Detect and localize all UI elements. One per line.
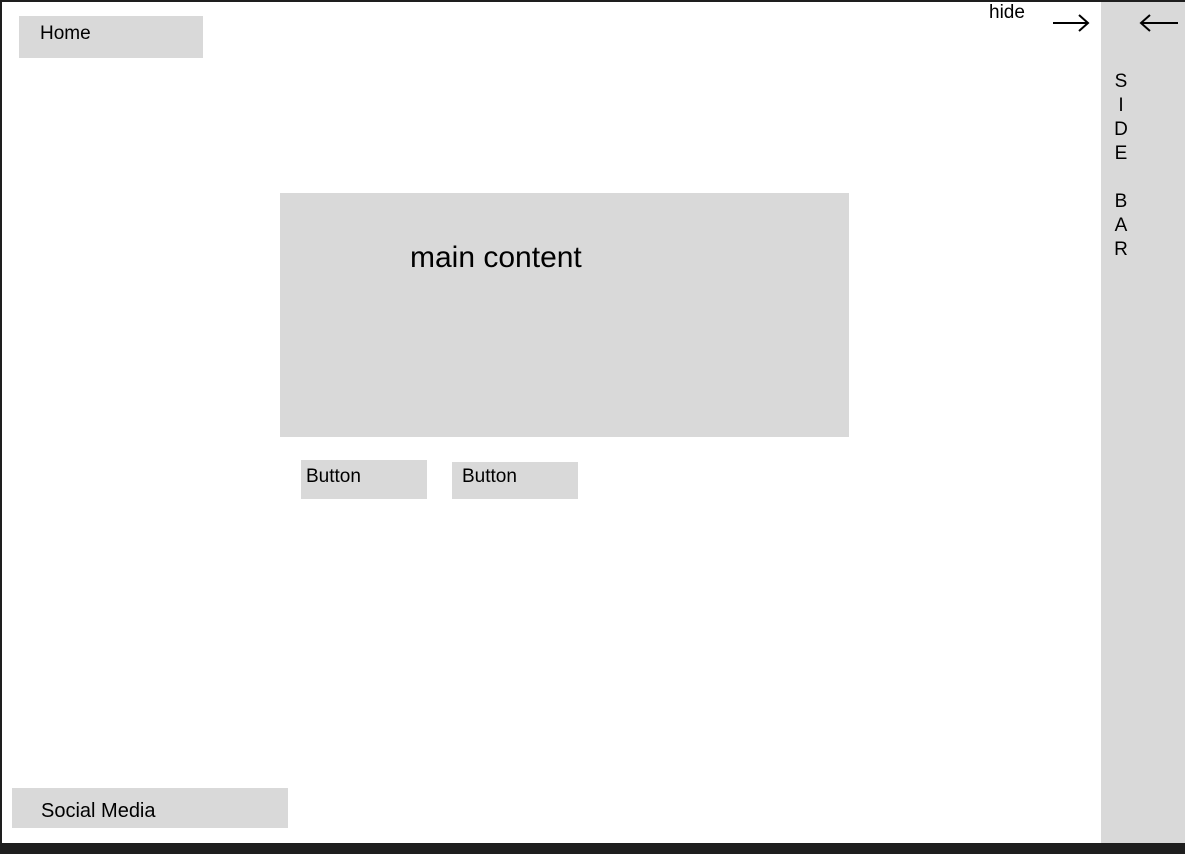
button-2[interactable]: Button [452, 462, 578, 499]
sidebar-letter: E [1114, 143, 1128, 164]
sidebar-letter [1114, 166, 1128, 190]
home-button[interactable]: Home [19, 16, 203, 58]
arrow-right-icon[interactable] [1051, 10, 1091, 36]
sidebar-letter: D [1114, 119, 1128, 140]
arrow-left-icon[interactable] [1138, 10, 1178, 36]
main-content-panel: main content [280, 193, 849, 437]
hide-sidebar-link[interactable]: hide [989, 2, 1025, 24]
sidebar-letter: I [1118, 95, 1124, 116]
button-1[interactable]: Button [301, 460, 427, 499]
sidebar-letter: B [1114, 191, 1128, 212]
sidebar-title: S I D E B A R [1114, 70, 1128, 262]
sidebar-letter: S [1114, 71, 1128, 92]
main-content-label: main content [410, 241, 582, 274]
sidebar-letter: A [1114, 215, 1128, 236]
social-media-button[interactable]: Social Media [12, 788, 288, 828]
sidebar-letter: R [1114, 239, 1128, 260]
